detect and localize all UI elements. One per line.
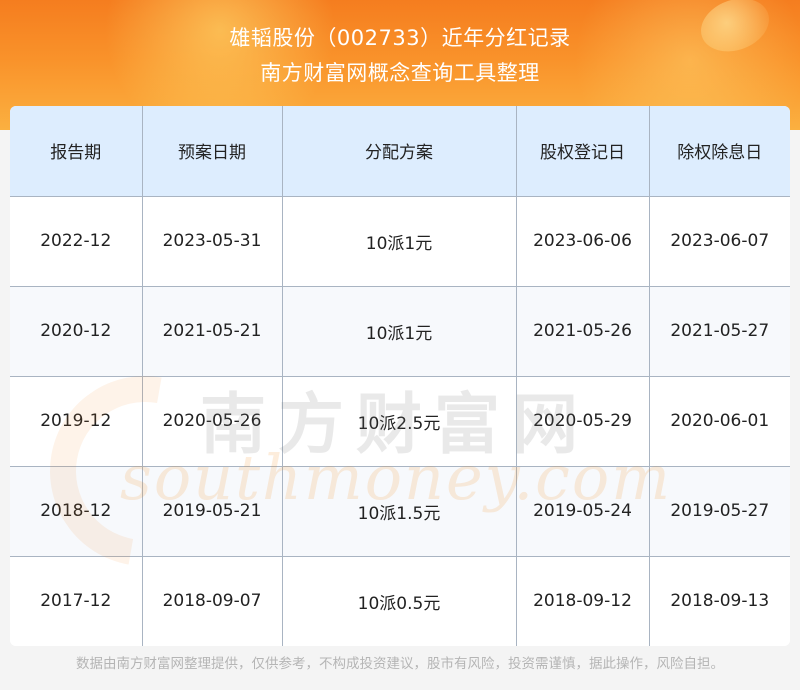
column-header-plan-date: 预案日期 xyxy=(142,106,283,197)
table-row: 2017-12 2018-09-07 10派0.5元 2018-09-12 20… xyxy=(10,556,790,646)
footer-disclaimer: 数据由南方财富网整理提供，仅供参考，不构成投资建议，股市有风险，投资需谨慎，据此… xyxy=(76,656,724,672)
dividend-table-card: 报告期 预案日期 分配方案 股权登记日 除权除息日 2022-12 2023-0… xyxy=(10,106,790,646)
table-cell: 2022-12 xyxy=(10,196,143,287)
table-cell: 10派2.5元 xyxy=(282,376,517,467)
table-row: 2018-12 2019-05-21 10派1.5元 2019-05-24 20… xyxy=(10,466,790,557)
table-cell: 10派1元 xyxy=(282,196,517,287)
table-cell: 2021-05-21 xyxy=(142,286,283,377)
table-cell: 2018-09-07 xyxy=(142,556,283,646)
table-cell: 2020-06-01 xyxy=(649,376,790,467)
table-row: 2020-12 2021-05-21 10派1元 2021-05-26 2021… xyxy=(10,286,790,377)
table-cell: 2018-12 xyxy=(10,466,143,557)
table-cell: 2019-05-24 xyxy=(516,466,650,557)
page-title: 雄韬股份（002733）近年分红记录 xyxy=(229,26,571,50)
table-cell: 2023-06-07 xyxy=(649,196,790,287)
column-header-ex-dividend-date: 除权除息日 xyxy=(649,106,790,197)
table-cell: 2020-12 xyxy=(10,286,143,377)
table-cell: 2020-05-26 xyxy=(142,376,283,467)
table-cell: 10派0.5元 xyxy=(282,556,517,646)
table-header-row: 报告期 预案日期 分配方案 股权登记日 除权除息日 xyxy=(10,106,790,197)
column-header-distribution-plan: 分配方案 xyxy=(282,106,517,197)
table-cell: 2019-05-27 xyxy=(649,466,790,557)
table-cell: 2020-05-29 xyxy=(516,376,650,467)
dividend-table: 报告期 预案日期 分配方案 股权登记日 除权除息日 2022-12 2023-0… xyxy=(10,106,790,646)
column-header-report-period: 报告期 xyxy=(10,106,143,197)
table-cell: 2021-05-27 xyxy=(649,286,790,377)
table-cell: 10派1元 xyxy=(282,286,517,377)
table-cell: 2023-06-06 xyxy=(516,196,650,287)
table-cell: 2019-05-21 xyxy=(142,466,283,557)
page-subtitle: 南方财富网概念查询工具整理 xyxy=(260,61,540,85)
column-header-record-date: 股权登记日 xyxy=(516,106,650,197)
table-row: 2019-12 2020-05-26 10派2.5元 2020-05-29 20… xyxy=(10,376,790,467)
table-cell: 2018-09-12 xyxy=(516,556,650,646)
table-cell: 10派1.5元 xyxy=(282,466,517,557)
table-cell: 2021-05-26 xyxy=(516,286,650,377)
table-cell: 2018-09-13 xyxy=(670,591,770,612)
table-row: 2022-12 2023-05-31 10派1元 2023-06-06 2023… xyxy=(10,196,790,287)
table-cell: 2019-12 xyxy=(10,376,143,467)
table-cell: 2023-05-31 xyxy=(142,196,283,287)
table-cell: 2017-12 xyxy=(10,556,143,646)
